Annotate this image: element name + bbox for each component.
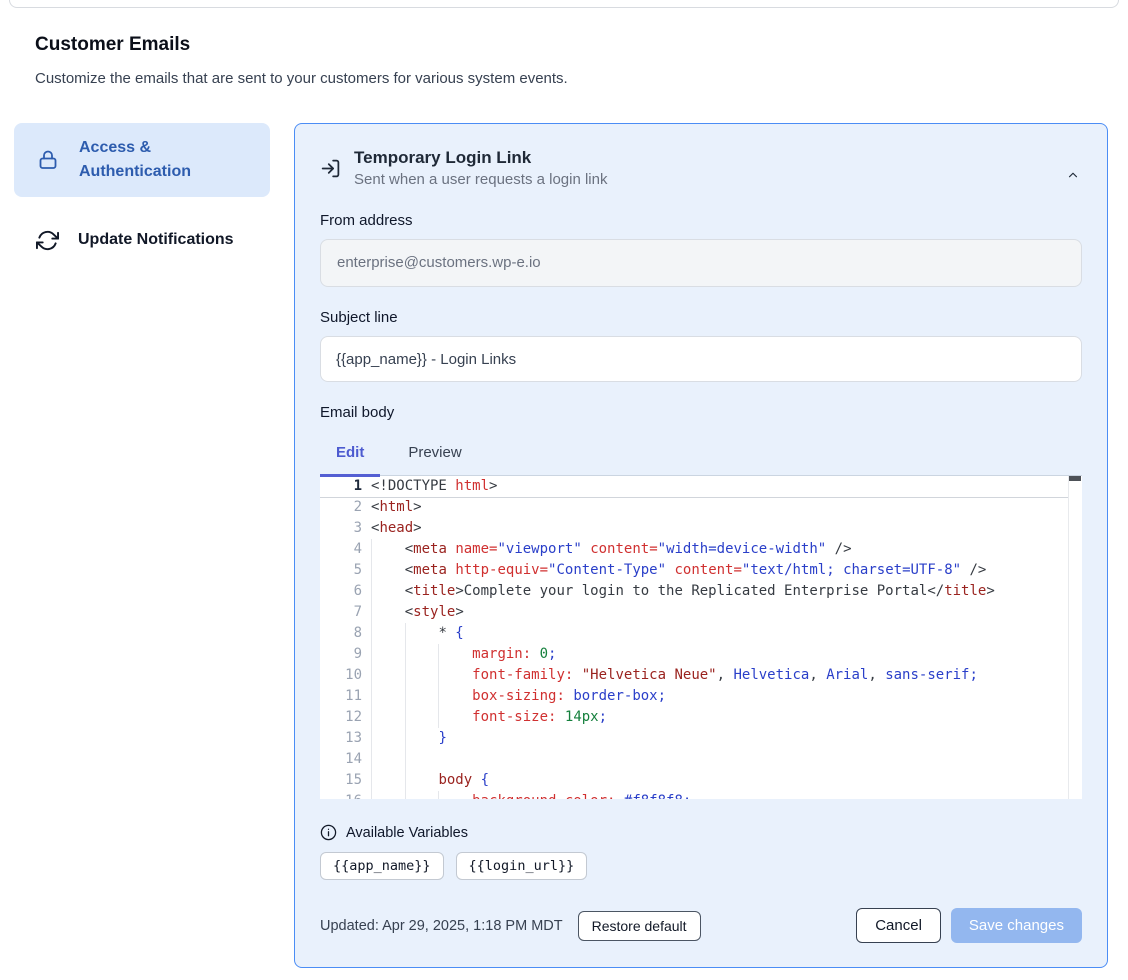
line-number: 9 xyxy=(320,644,362,665)
editor-scrollbar-track xyxy=(1068,476,1082,799)
line-number: 12 xyxy=(320,707,362,728)
editor-vertical-scrollbar[interactable] xyxy=(1069,476,1081,481)
restore-default-button[interactable]: Restore default xyxy=(578,911,701,941)
variable-chip[interactable]: {{app_name}} xyxy=(320,852,444,880)
lock-icon xyxy=(36,148,60,172)
code-line[interactable]: 16 background-color: #f8f8f8; xyxy=(320,791,1082,799)
sidebar-item-label: Access & Authentication xyxy=(79,136,254,184)
save-changes-button[interactable]: Save changes xyxy=(951,908,1082,943)
sidebar-item-label: Update Notifications xyxy=(78,228,234,252)
code-line-content: body { xyxy=(362,770,489,791)
code-line-content: font-family: "Helvetica Neue", Helvetica… xyxy=(362,665,978,686)
code-line[interactable]: 8 * { xyxy=(320,623,1082,644)
subject-line-input[interactable] xyxy=(320,336,1082,382)
email-body-tabs: Edit Preview xyxy=(320,431,1082,475)
variable-chip[interactable]: {{login_url}} xyxy=(456,852,588,880)
code-line[interactable]: 3<head> xyxy=(320,518,1082,539)
info-icon xyxy=(320,824,337,841)
email-body-label: Email body xyxy=(320,404,1082,421)
collapse-panel-button[interactable] xyxy=(1065,168,1081,185)
code-line-content: <head> xyxy=(362,518,422,539)
line-number: 11 xyxy=(320,686,362,707)
code-line[interactable]: 10 font-family: "Helvetica Neue", Helvet… xyxy=(320,665,1082,686)
cancel-button[interactable]: Cancel xyxy=(856,908,941,943)
sidebar-item-update-notifications[interactable]: Update Notifications xyxy=(14,215,270,265)
code-line-content: <style> xyxy=(362,602,464,623)
line-number: 10 xyxy=(320,665,362,686)
code-line[interactable]: 4 <meta name="viewport" content="width=d… xyxy=(320,539,1082,560)
line-number: 14 xyxy=(320,749,362,770)
line-number: 8 xyxy=(320,623,362,644)
from-address-field: enterprise@customers.wp-e.io xyxy=(320,239,1082,287)
panel-footer: Updated: Apr 29, 2025, 1:18 PM MDT Resto… xyxy=(320,908,1082,943)
from-address-label: From address xyxy=(320,212,1082,229)
panel-subtitle: Sent when a user requests a login link xyxy=(354,171,607,188)
code-line-content: margin: 0; xyxy=(362,644,556,665)
previous-card-bottom-edge xyxy=(9,0,1119,8)
tab-preview[interactable]: Preview xyxy=(392,431,477,475)
code-line[interactable]: 11 box-sizing: border-box; xyxy=(320,686,1082,707)
code-line-content: * { xyxy=(362,623,464,644)
code-line-content: } xyxy=(362,728,447,749)
available-variables-label: Available Variables xyxy=(346,825,468,841)
code-line-content: <meta http-equiv="Content-Type" content=… xyxy=(362,560,986,581)
line-number: 3 xyxy=(320,518,362,539)
subject-line-label: Subject line xyxy=(320,309,1082,326)
refresh-icon xyxy=(36,229,59,252)
code-line-content xyxy=(362,749,438,770)
email-body-code-editor[interactable]: 1<!DOCTYPE html>2<html>3<head>4 <meta na… xyxy=(320,475,1082,799)
login-icon xyxy=(320,158,341,179)
code-line-content: box-sizing: border-box; xyxy=(362,686,666,707)
code-line[interactable]: 1<!DOCTYPE html> xyxy=(320,476,1082,497)
page-subtitle: Customize the emails that are sent to yo… xyxy=(35,70,1093,87)
line-number: 13 xyxy=(320,728,362,749)
variable-chips: {{app_name}} {{login_url}} xyxy=(320,852,1082,880)
code-line-content: font-size: 14px; xyxy=(362,707,607,728)
page-title: Customer Emails xyxy=(35,34,1093,56)
code-line[interactable]: 15 body { xyxy=(320,770,1082,791)
code-line-content: <meta name="viewport" content="width=dev… xyxy=(362,539,852,560)
panel-header: Temporary Login Link Sent when a user re… xyxy=(320,148,1082,188)
code-line-content: <title>Complete your login to the Replic… xyxy=(362,581,995,602)
updated-timestamp: Updated: Apr 29, 2025, 1:18 PM MDT xyxy=(320,918,563,934)
code-line-content: background-color: #f8f8f8; xyxy=(362,791,691,799)
line-number: 16 xyxy=(320,791,362,799)
tab-edit[interactable]: Edit xyxy=(320,431,380,475)
line-number: 2 xyxy=(320,497,362,518)
temporary-login-link-panel: Temporary Login Link Sent when a user re… xyxy=(294,123,1108,968)
code-line[interactable]: 7 <style> xyxy=(320,602,1082,623)
page-header: Customer Emails Customize the emails tha… xyxy=(35,34,1093,87)
code-line[interactable]: 9 margin: 0; xyxy=(320,644,1082,665)
line-number: 7 xyxy=(320,602,362,623)
sidebar-item-access-authentication[interactable]: Access & Authentication xyxy=(14,123,270,197)
chevron-up-icon xyxy=(1065,168,1081,185)
code-line[interactable]: 5 <meta http-equiv="Content-Type" conten… xyxy=(320,560,1082,581)
line-number: 4 xyxy=(320,539,362,560)
panel-title: Temporary Login Link xyxy=(354,148,607,168)
settings-sidebar: Access & Authentication Update Notificati… xyxy=(14,123,270,283)
code-line[interactable]: 14 xyxy=(320,749,1082,770)
code-line[interactable]: 13 } xyxy=(320,728,1082,749)
line-number: 1 xyxy=(320,476,362,497)
code-line-content: <!DOCTYPE html> xyxy=(362,476,497,497)
code-line[interactable]: 2<html> xyxy=(320,497,1082,518)
code-line[interactable]: 12 font-size: 14px; xyxy=(320,707,1082,728)
line-number: 6 xyxy=(320,581,362,602)
code-line-content: <html> xyxy=(362,497,422,518)
line-number: 15 xyxy=(320,770,362,791)
line-number: 5 xyxy=(320,560,362,581)
code-line[interactable]: 6 <title>Complete your login to the Repl… xyxy=(320,581,1082,602)
